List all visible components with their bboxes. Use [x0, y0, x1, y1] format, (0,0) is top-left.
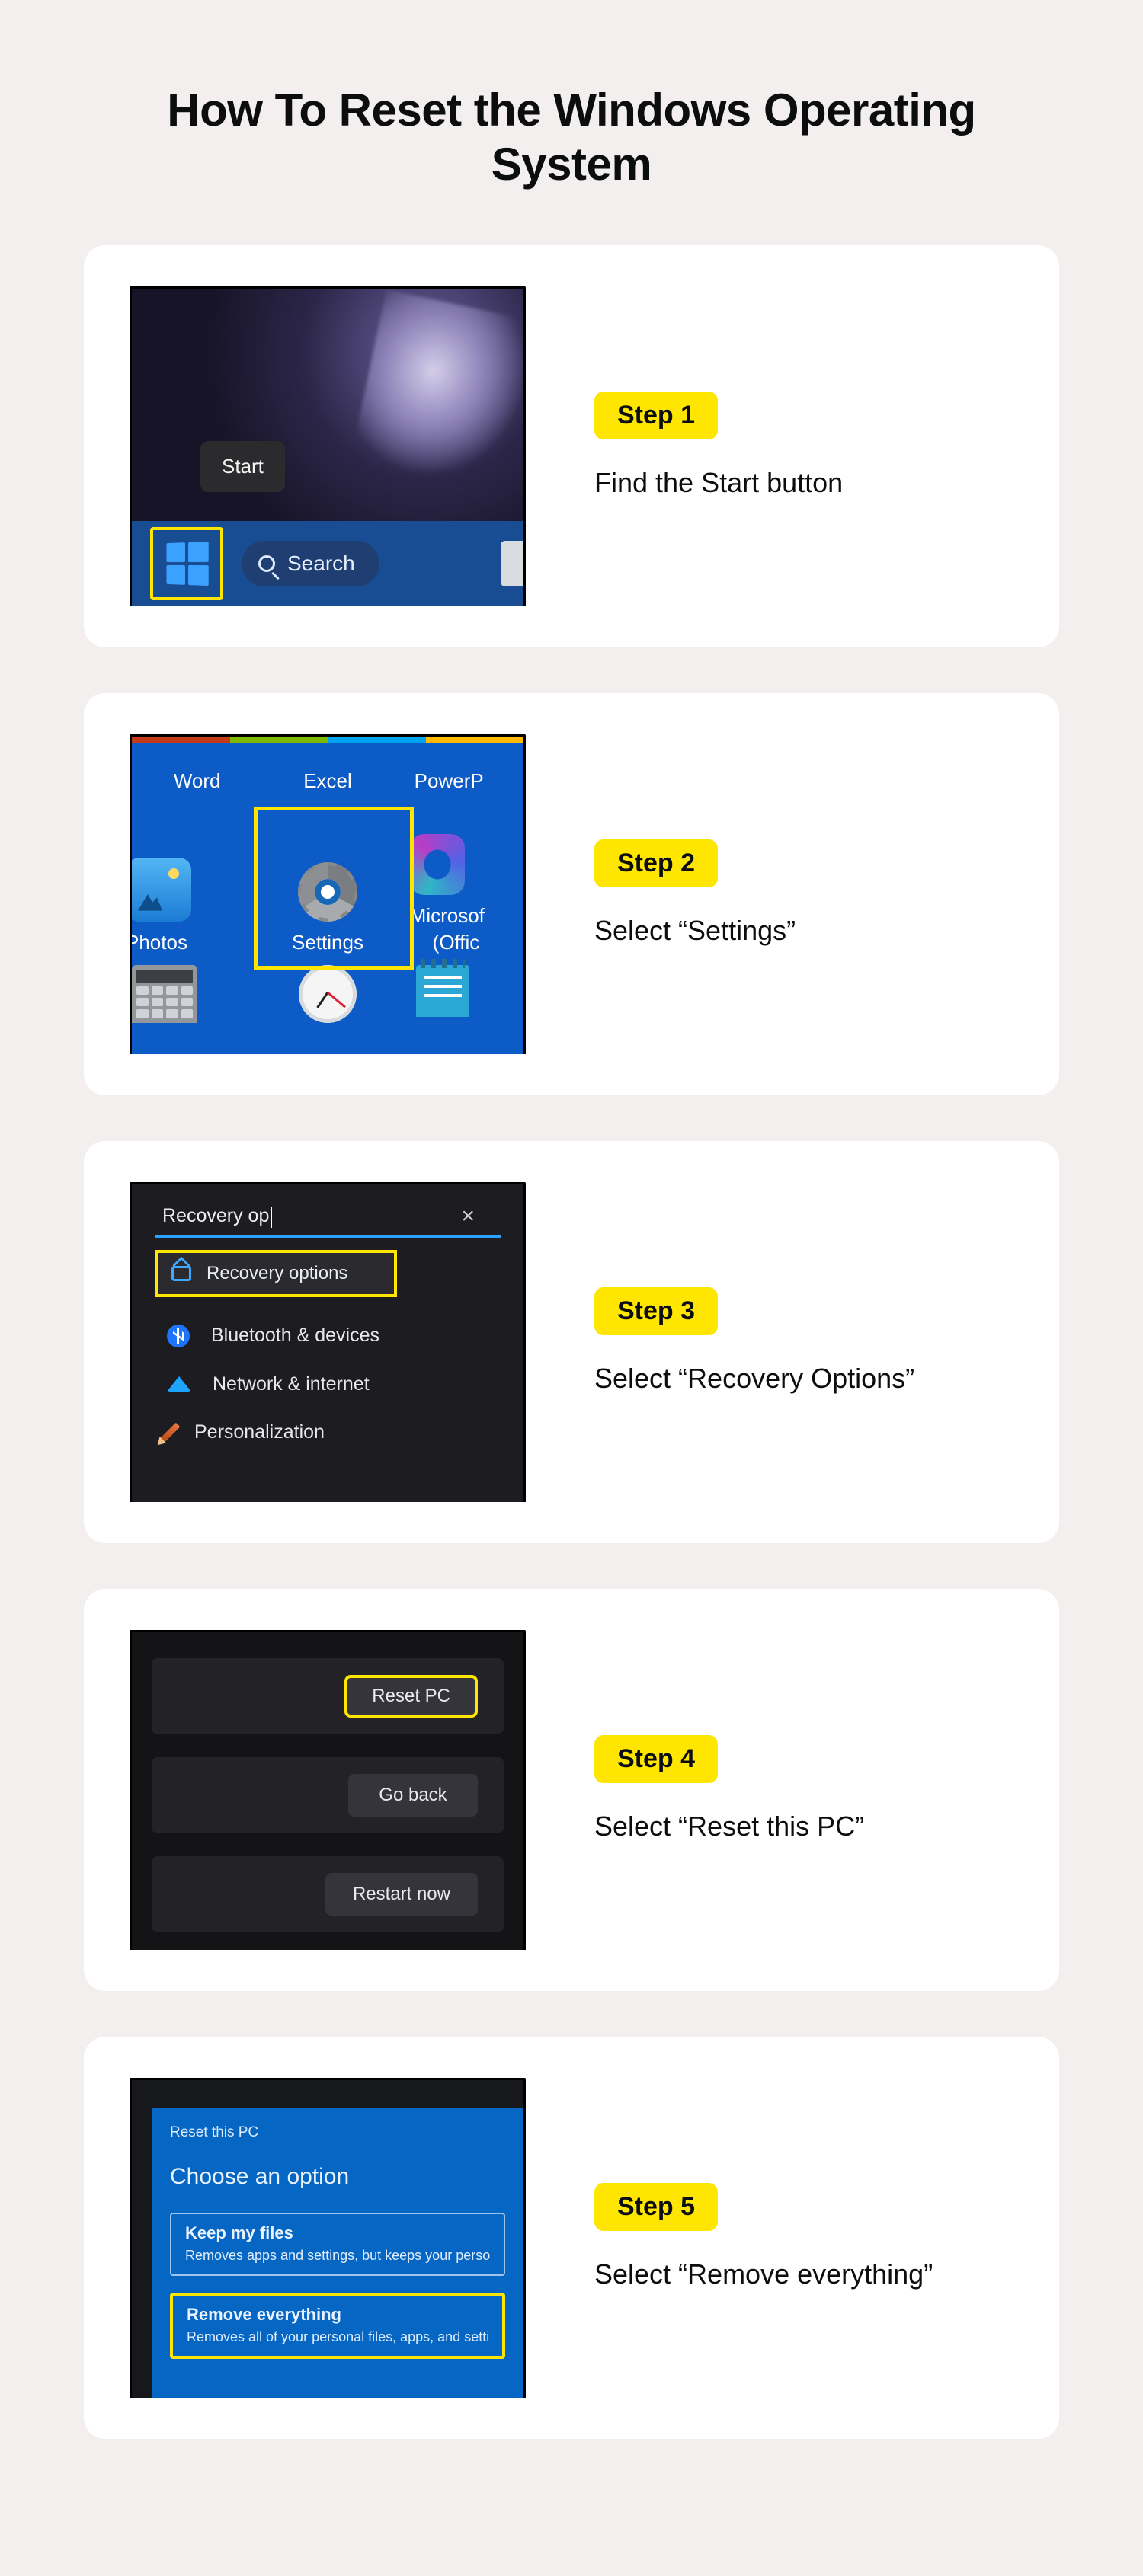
step-description: Select “Recovery Options” [594, 1361, 1010, 1397]
step-description: Find the Start button [594, 465, 1010, 501]
screenshot-step-1: Start Search [130, 286, 526, 606]
office-icon[interactable] [410, 834, 465, 895]
text-caret [271, 1207, 272, 1228]
app-label-word[interactable]: Word [174, 769, 221, 793]
clock-icon[interactable] [299, 965, 357, 1023]
option-keep-files[interactable]: Keep my files Removes apps and settings,… [170, 2213, 505, 2276]
restart-now-button[interactable]: Restart now [325, 1873, 478, 1916]
highlight-start-button [150, 527, 223, 600]
screenshot-step-5: Reset this PC Choose an option Keep my f… [130, 2078, 526, 2398]
taskbar-item-partial [501, 541, 526, 586]
step-card-4: Reset PC Go back Restart now Step 4 Sele… [84, 1589, 1059, 1991]
taskbar: Search [132, 521, 523, 606]
search-icon [258, 555, 275, 572]
screenshot-step-3: Recovery op × Recovery options Bluetooth… [130, 1182, 526, 1502]
step-badge: Step 2 [594, 839, 718, 887]
choose-option-heading: Choose an option [170, 2164, 505, 2190]
step-card-3: Recovery op × Recovery options Bluetooth… [84, 1141, 1059, 1543]
start-tooltip: Start [200, 441, 285, 492]
option-title: Keep my files [185, 2223, 490, 2243]
notepad-icon[interactable] [416, 965, 469, 1017]
highlight-settings [254, 807, 414, 970]
search-label: Search [287, 551, 355, 576]
app-label-powerpoint[interactable]: PowerP [415, 769, 484, 793]
step-badge: Step 4 [594, 1735, 718, 1783]
step-description: Select “Settings” [594, 913, 1010, 949]
step-card-2: Word Excel PowerP Photos Settings Micros… [84, 693, 1059, 1095]
option-remove-everything[interactable]: Remove everything Removes all of your pe… [170, 2293, 505, 2359]
search-result-recovery[interactable]: Recovery options [155, 1250, 397, 1297]
calculator-icon[interactable] [132, 965, 197, 1023]
clear-search-icon[interactable]: × [461, 1203, 493, 1229]
search-result-label: Recovery options [207, 1263, 347, 1284]
step-badge: Step 5 [594, 2183, 718, 2231]
photos-icon[interactable] [132, 858, 191, 922]
app-label-office-2: (Offic [433, 931, 480, 954]
search-query-text: Recovery op [162, 1205, 269, 1226]
reset-pc-button[interactable]: Reset PC [344, 1675, 478, 1718]
step-card-5: Reset this PC Choose an option Keep my f… [84, 2037, 1059, 2439]
settings-nav-network[interactable]: Network & internet [167, 1373, 508, 1395]
reset-breadcrumb: Reset this PC [170, 2124, 505, 2141]
settings-search-field[interactable]: Recovery op × [155, 1198, 501, 1238]
step-card-1: Start Search Step 1 Find the Start butto… [84, 245, 1059, 647]
step-description: Select “Remove everything” [594, 2257, 1010, 2293]
screenshot-step-4: Reset PC Go back Restart now [130, 1630, 526, 1950]
app-label-excel[interactable]: Excel [303, 769, 352, 793]
app-label-office-1: Microsof [410, 904, 485, 928]
step-description: Select “Reset this PC” [594, 1809, 1010, 1845]
screenshot-step-2: Word Excel PowerP Photos Settings Micros… [130, 734, 526, 1054]
windows-start-icon[interactable] [166, 541, 208, 585]
wifi-icon [167, 1376, 191, 1392]
bluetooth-icon [167, 1325, 190, 1347]
app-label-photos: Photos [132, 931, 187, 954]
settings-nav-personalization[interactable]: Personalization [167, 1421, 508, 1444]
option-desc: Removes apps and settings, but keeps you… [185, 2248, 490, 2264]
go-back-button[interactable]: Go back [348, 1774, 478, 1817]
step-badge: Step 1 [594, 392, 718, 439]
taskbar-search[interactable]: Search [242, 541, 379, 586]
option-title: Remove everything [187, 2305, 488, 2325]
page-title: How To Reset the Windows Operating Syste… [152, 84, 991, 192]
option-desc: Removes all of your personal files, apps… [187, 2329, 488, 2345]
step-badge: Step 3 [594, 1287, 718, 1335]
settings-nav-bluetooth[interactable]: Bluetooth & devices [167, 1325, 508, 1347]
recovery-icon [171, 1266, 191, 1281]
